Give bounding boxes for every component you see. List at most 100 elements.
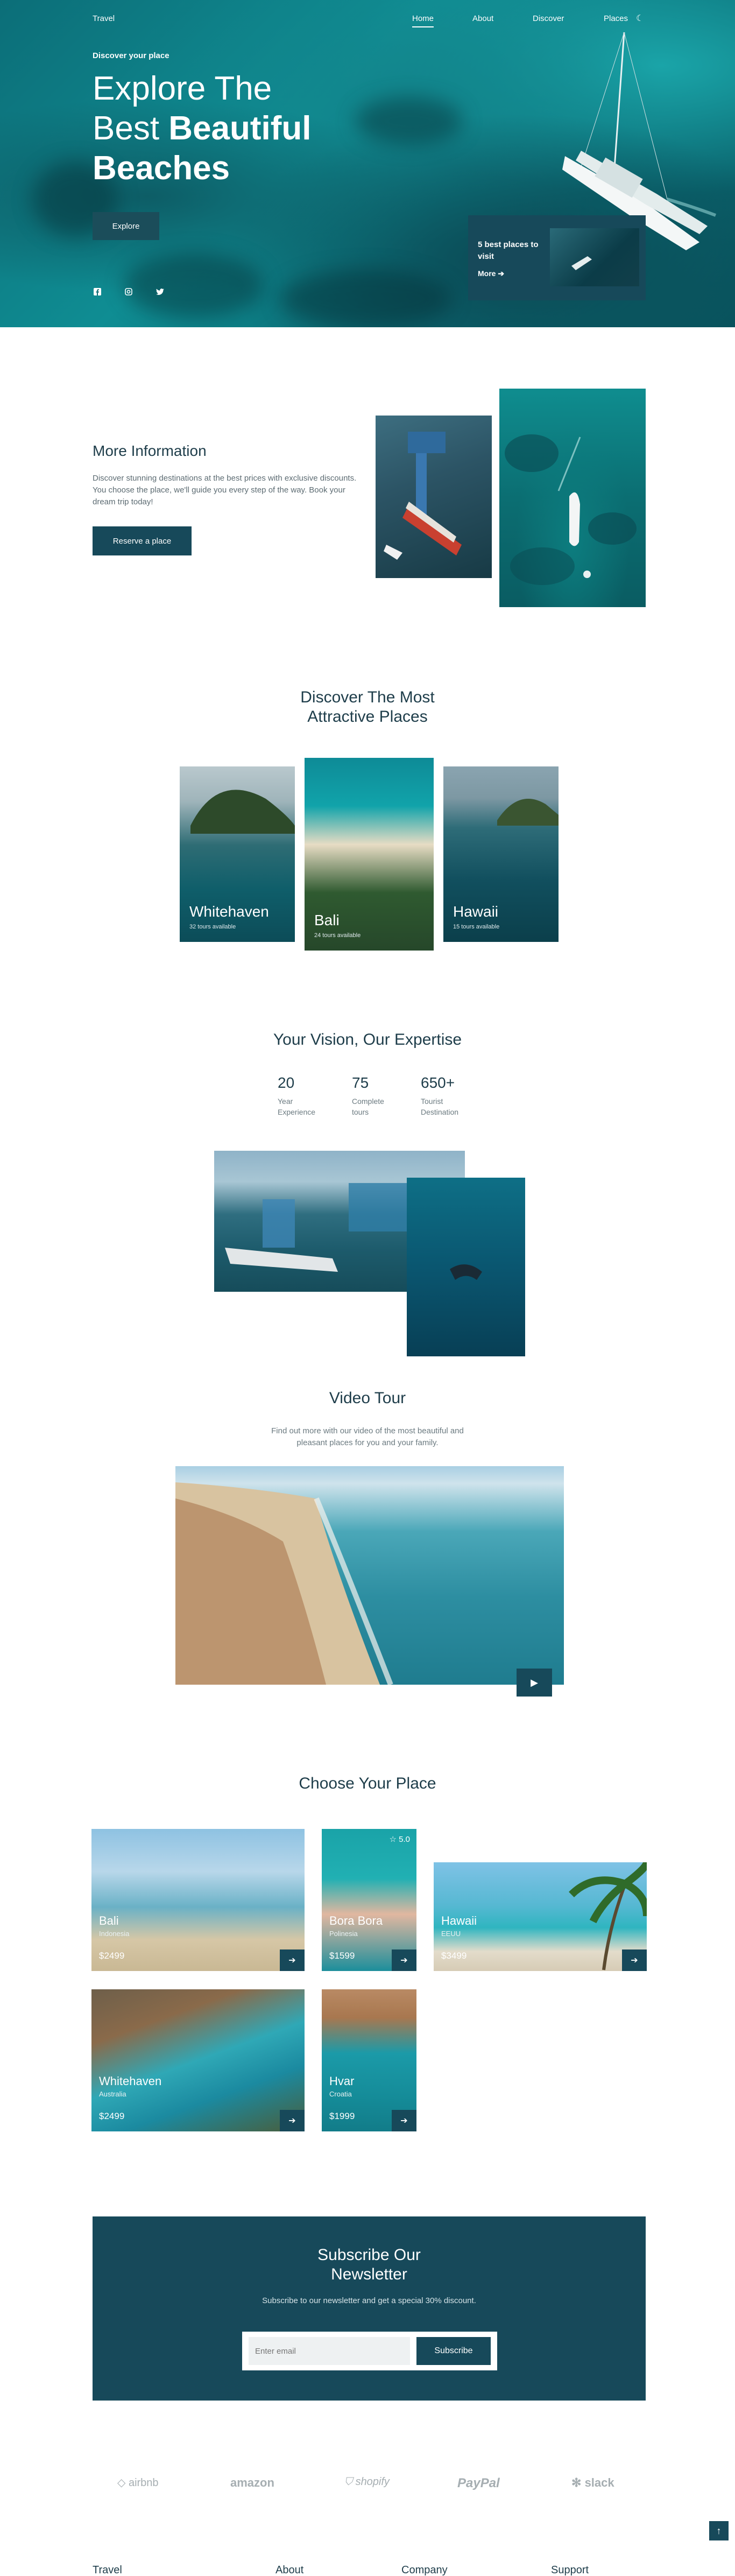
play-video-button[interactable]: ▶ [517,1669,552,1697]
arrow-right-icon: ➔ [498,269,505,278]
place-tours: 15 tours available [453,924,500,930]
arrow-right-icon: ➔ [288,1956,296,1965]
slack-icon: ✻ [571,2476,582,2489]
hero-title-line1: Explore The [93,70,272,107]
stat-label: tours [352,1108,369,1116]
card-arrow-button[interactable]: ➔ [392,2110,416,2131]
featured-card[interactable]: 5 best places to visit More ➔ [468,215,646,300]
twitter-icon[interactable] [155,287,165,297]
place-card-bali[interactable]: Bali 24 tours available [305,758,434,951]
place-tours: 24 tours available [314,932,361,939]
card-name: Hvar [329,2074,355,2088]
stat-label: Destination [421,1108,459,1116]
card-name: Bali [99,1914,119,1927]
card-arrow-button[interactable]: ➔ [280,2110,305,2131]
paypal-logo: PayPal [457,2476,500,2490]
card-arrow-button[interactable]: ➔ [392,1949,416,1971]
card-price: $3499 [441,1951,467,1961]
more-label: More [478,269,496,278]
featured-card-title: 5 best places to visit [478,240,539,261]
card-price: $2499 [99,2111,125,2121]
water-shadow [124,253,264,318]
discover-title: Discover The Most Attractive Places [233,688,502,727]
nav-discover[interactable]: Discover [533,14,564,23]
brand-name: shopify [355,2476,390,2488]
reserve-place-button[interactable]: Reserve a place [93,526,192,555]
card-name: Whitehaven [99,2074,162,2088]
diver-image [407,1178,525,1356]
email-input[interactable] [249,2337,410,2365]
stat-label: Experience [278,1108,316,1116]
nav-home[interactable]: Home [412,14,434,27]
card-rating: ☆ 5.0 [390,1834,410,1844]
footer-col-support[interactable]: Support [551,2564,589,2576]
newsletter-text: Subscribe to our newsletter and get a sp… [262,2296,476,2305]
shopify-bag-icon: ⛉ [344,2476,352,2488]
choose-card-hawaii[interactable]: Hawaii EEUU $3499 ➔ [434,1862,647,1971]
card-country: Australia [99,2090,126,2098]
arrow-right-icon: ➔ [400,2116,408,2125]
hero-title-line3: Beaches [93,150,230,187]
card-name: Bora Bora [329,1914,383,1927]
stat-number: 75 [352,1074,369,1091]
hero-title-plain: Best [93,110,169,147]
subscribe-button[interactable]: Subscribe [416,2337,491,2365]
info-text: Discover stunning destinations at the be… [93,474,357,506]
play-icon: ▶ [531,1677,538,1688]
scroll-to-top-button[interactable]: ↑ [709,2521,729,2540]
arrow-up-icon: ↑ [716,2525,722,2536]
card-price: $2499 [99,1951,125,1961]
place-tours: 32 tours available [189,924,236,930]
stat-tours: 75 Complete tours [352,1074,384,1117]
featured-card-more[interactable]: More ➔ [478,269,504,278]
airbnb-logo: ◇ airbnb [117,2476,159,2489]
footer-col-about[interactable]: About [275,2564,303,2576]
stat-label: Complete [352,1097,384,1106]
place-name: Bali [314,912,340,928]
expertise-title: Your Vision, Our Expertise [273,1031,462,1048]
card-country: Polinesia [329,1930,358,1938]
hero-title-line2: Best Beautiful [93,109,415,149]
hero-section: Travel Home About Discover Places ☾ Disc… [0,0,735,327]
nav-about[interactable]: About [472,14,493,23]
explore-button[interactable]: Explore [93,212,159,240]
discover-title-line2: Attractive Places [307,708,428,726]
choose-card-bali[interactable]: Bali Indonesia $2499 ➔ [91,1829,305,1971]
star-icon: ☆ [389,1835,397,1844]
place-name: Hawaii [453,903,499,920]
card-name: Hawaii [441,1914,477,1927]
newsletter-title-line2: Newsletter [331,2265,407,2283]
video-text-line1: Find out more with our video of the most… [271,1426,464,1435]
footer-col-travel[interactable]: Travel [93,2564,122,2576]
video-text: Find out more with our video of the most… [206,1425,529,1449]
arrow-right-icon: ➔ [400,1956,408,1965]
stat-label: Year [278,1097,293,1106]
hero-kicker: Discover your place [93,51,169,60]
airbnb-icon: ◇ [117,2477,126,2489]
card-arrow-button[interactable]: ➔ [280,1949,305,1971]
nav-places[interactable]: Places [604,14,628,23]
place-card-hawaii[interactable]: Hawaii 15 tours available [443,766,559,942]
newsletter-form: Subscribe [242,2332,497,2370]
card-arrow-button[interactable]: ➔ [622,1949,647,1971]
choose-card-whitehaven[interactable]: Whitehaven Australia $2499 ➔ [91,1989,305,2131]
facebook-icon[interactable] [93,287,102,297]
footer-col-company[interactable]: Company [401,2564,448,2576]
rating-value: 5.0 [399,1835,410,1844]
place-card-whitehaven[interactable]: Whitehaven 32 tours available [180,766,295,942]
choose-card-bora-bora[interactable]: ☆ 5.0 Bora Bora Polinesia $1599 ➔ [322,1829,416,1971]
newsletter-title-line1: Subscribe Our [317,2246,421,2264]
instagram-icon[interactable] [124,287,133,297]
theme-toggle-icon[interactable]: ☾ [636,13,644,24]
yacht-aerial-image [499,389,646,607]
newsletter-title: Subscribe Our Newsletter [93,2246,646,2284]
place-name: Whitehaven [189,903,269,920]
choose-title: Choose Your Place [299,1775,436,1792]
choose-card-hvar[interactable]: Hvar Croatia $1999 ➔ [322,1989,416,2131]
stat-destinations: 650+ Tourist Destination [421,1074,458,1117]
info-title: More Information [93,442,207,459]
hero-title: Explore The Best Beautiful Beaches [93,69,415,188]
nav-logo[interactable]: Travel [93,14,115,23]
brand-name: slack [584,2476,614,2489]
video-thumbnail[interactable] [175,1466,564,1685]
